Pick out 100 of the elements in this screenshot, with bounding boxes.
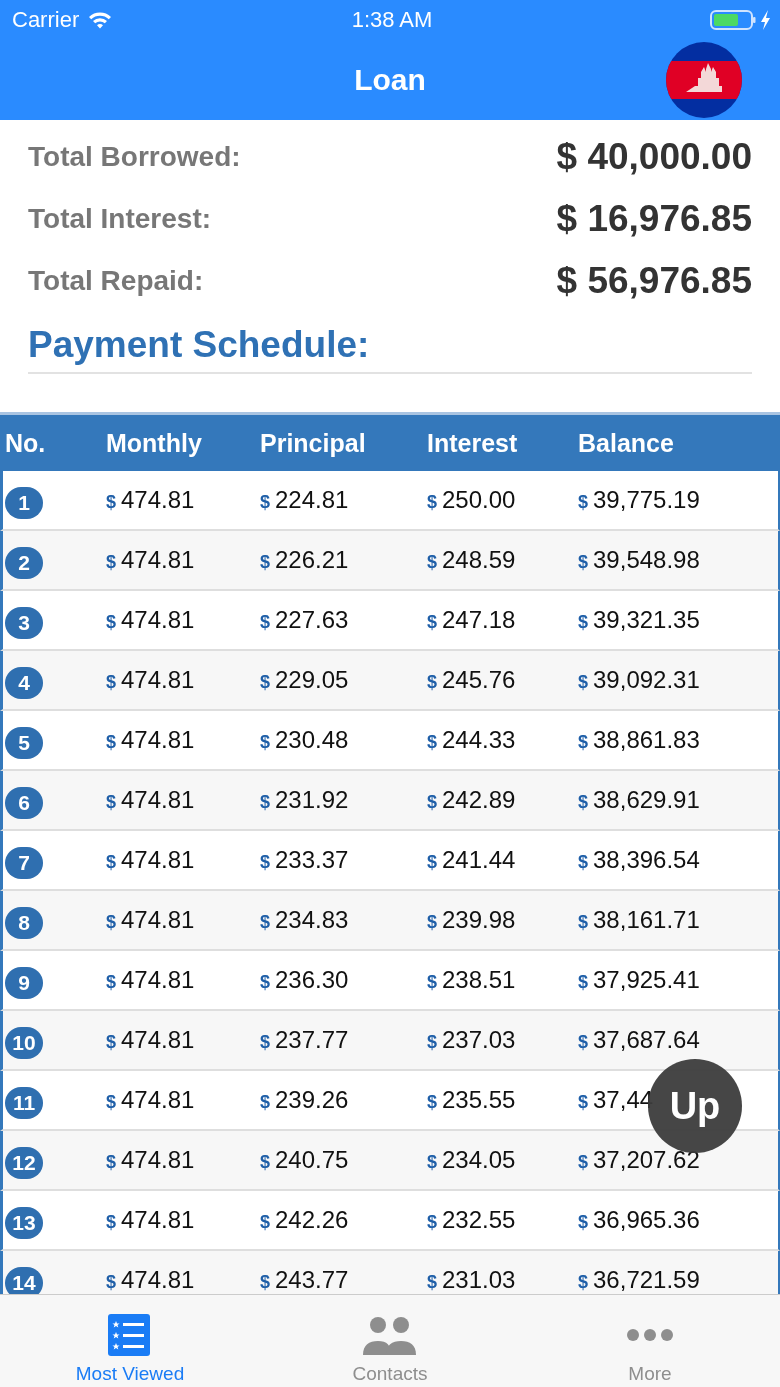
amount: 474.81 <box>121 1206 195 1234</box>
currency-sign: $ <box>260 491 270 513</box>
amount: 38,861.83 <box>593 726 700 754</box>
amount: 38,161.71 <box>593 906 700 934</box>
amount: 38,396.54 <box>593 846 700 874</box>
summary-label: Total Borrowed: <box>28 141 241 173</box>
amount: 231.92 <box>275 786 349 814</box>
currency-sign: $ <box>106 791 116 813</box>
currency-sign: $ <box>260 1031 270 1053</box>
summary-label: Total Interest: <box>28 203 212 235</box>
amount: 242.26 <box>275 1206 349 1234</box>
amount: 39,092.31 <box>593 666 700 694</box>
currency-sign: $ <box>578 671 588 693</box>
currency-sign: $ <box>578 851 588 873</box>
currency-sign: $ <box>260 1151 270 1173</box>
amount: 474.81 <box>121 606 195 634</box>
currency-sign: $ <box>106 611 116 633</box>
amount: 236.30 <box>275 966 349 994</box>
row-number: 4 <box>5 667 43 699</box>
currency-sign: $ <box>106 551 116 573</box>
currency-sign: $ <box>427 971 437 993</box>
amount: 474.81 <box>121 1146 195 1174</box>
charging-icon <box>760 9 772 31</box>
currency-sign: $ <box>578 551 588 573</box>
row-number: 10 <box>5 1027 43 1059</box>
currency-sign: $ <box>260 551 270 573</box>
amount: 229.05 <box>275 666 349 694</box>
currency-sign: $ <box>578 971 588 993</box>
amount: 36,721.59 <box>593 1266 700 1294</box>
amount: 37,925.41 <box>593 966 700 994</box>
currency-sign: $ <box>106 911 116 933</box>
currency-sign: $ <box>578 611 588 633</box>
row-number: 12 <box>5 1147 43 1179</box>
currency-sign: $ <box>578 791 588 813</box>
amount: 474.81 <box>121 966 195 994</box>
currency-sign: $ <box>578 1031 588 1053</box>
currency-sign: $ <box>427 791 437 813</box>
amount: 474.81 <box>121 666 195 694</box>
currency-sign: $ <box>260 1271 270 1293</box>
amount: 247.18 <box>442 606 516 634</box>
currency-sign: $ <box>260 911 270 933</box>
currency-sign: $ <box>427 1091 437 1113</box>
currency-sign: $ <box>106 1091 116 1113</box>
row-number: 3 <box>5 607 43 639</box>
tab-item[interactable]: Contacts <box>260 1295 520 1387</box>
currency-sign: $ <box>427 1211 437 1233</box>
amount: 474.81 <box>121 486 195 514</box>
currency-sign: $ <box>260 971 270 993</box>
amount: 244.33 <box>442 726 516 754</box>
amount: 474.81 <box>121 1266 195 1294</box>
amount: 250.00 <box>442 486 516 514</box>
summary-value: $ 56,976.85 <box>556 260 752 302</box>
amount: 242.89 <box>442 786 516 814</box>
tab-item[interactable]: More <box>520 1295 780 1387</box>
currency-sign: $ <box>260 1211 270 1233</box>
column-header: No. <box>4 428 47 458</box>
amount: 474.81 <box>121 1086 195 1114</box>
currency-sign: $ <box>260 851 270 873</box>
amount: 230.48 <box>275 726 349 754</box>
tab-item[interactable]: Most Viewed <box>0 1295 260 1387</box>
amount: 232.55 <box>442 1206 516 1234</box>
summary-label: Total Repaid: <box>28 265 204 297</box>
amount: 248.59 <box>442 546 516 574</box>
wifi-icon <box>87 10 114 30</box>
more-icon <box>627 1329 673 1341</box>
column-header: Monthly <box>105 428 203 458</box>
currency-sign: $ <box>578 1271 588 1293</box>
amount: 224.81 <box>275 486 349 514</box>
amount: 238.51 <box>442 966 516 994</box>
currency-sign: $ <box>260 791 270 813</box>
currency-sign: $ <box>578 911 588 933</box>
status-time: 1:38 AM <box>351 7 433 33</box>
amount: 474.81 <box>121 786 195 814</box>
column-header: Interest <box>426 428 519 458</box>
currency-sign: $ <box>260 611 270 633</box>
amount: 235.55 <box>442 1086 516 1114</box>
currency-sign: $ <box>106 971 116 993</box>
amount: 39,321.35 <box>593 606 700 634</box>
row-number: 14 <box>5 1267 43 1294</box>
summary-value: $ 40,000.00 <box>556 136 752 178</box>
amount: 241.44 <box>442 846 516 874</box>
amount: 237.03 <box>442 1026 516 1054</box>
amount: 231.03 <box>442 1266 516 1294</box>
currency-sign: $ <box>106 731 116 753</box>
row-number: 9 <box>5 967 43 999</box>
amount: 36,965.36 <box>593 1206 700 1234</box>
currency-sign: $ <box>106 1151 116 1173</box>
amount: 245.76 <box>442 666 516 694</box>
carrier-label: Carrier <box>12 7 80 33</box>
amount: 474.81 <box>121 846 195 874</box>
currency-sign: $ <box>427 851 437 873</box>
amount: 239.98 <box>442 906 516 934</box>
starred-list-icon <box>107 1313 153 1357</box>
amount: 239.26 <box>275 1086 349 1114</box>
row-number: 8 <box>5 907 43 939</box>
currency-sign: $ <box>427 491 437 513</box>
amount: 474.81 <box>121 726 195 754</box>
column-header: Principal <box>259 428 367 458</box>
currency-sign: $ <box>106 1271 116 1293</box>
row-number: 1 <box>5 487 43 519</box>
